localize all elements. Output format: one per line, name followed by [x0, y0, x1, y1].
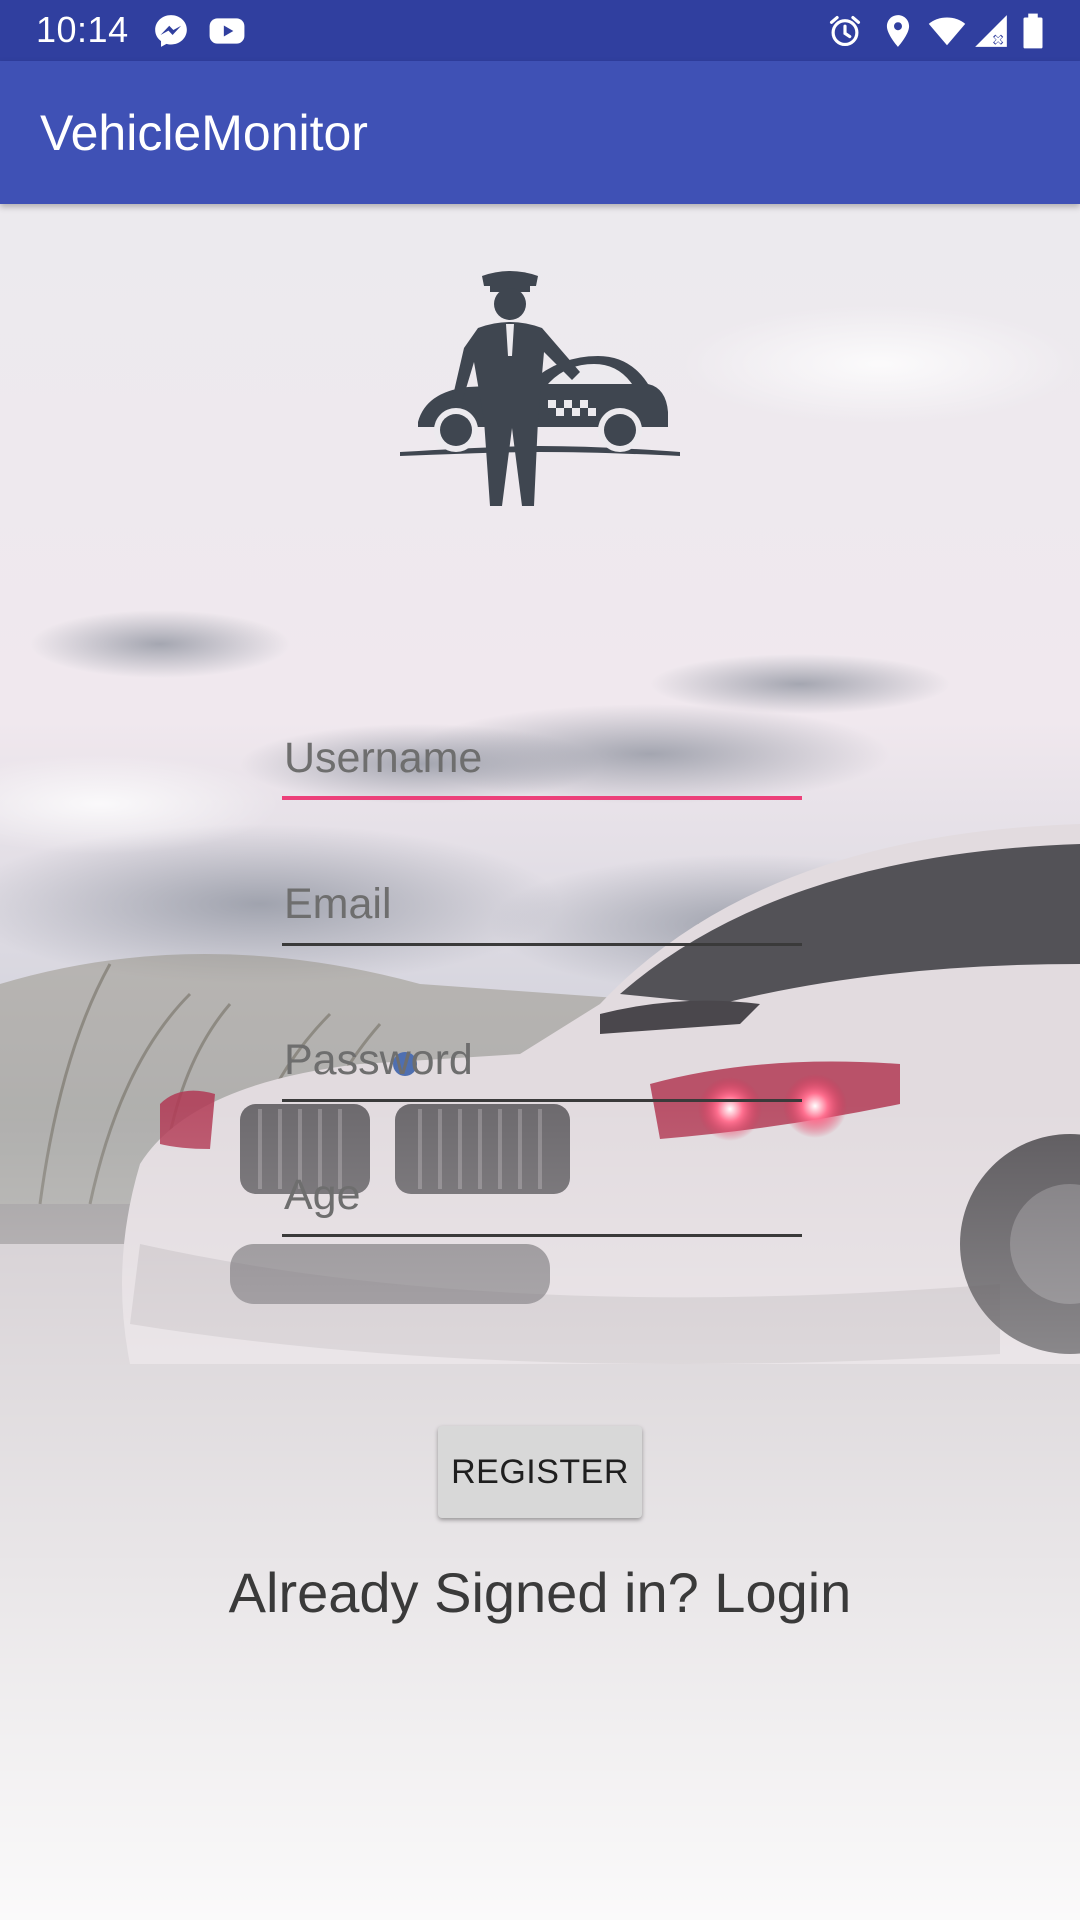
password-input[interactable] [282, 1022, 802, 1098]
password-field[interactable] [282, 1022, 802, 1102]
register-button[interactable]: REGISTER [438, 1426, 642, 1518]
status-bar: 10:14 [0, 0, 1080, 61]
age-field[interactable] [282, 1157, 802, 1237]
password-underline [282, 1099, 802, 1102]
app-bar: VehicleMonitor [0, 61, 1080, 204]
status-time: 10:14 [36, 9, 129, 50]
email-input[interactable] [282, 866, 802, 942]
alarm-icon [826, 12, 864, 50]
username-input[interactable] [282, 720, 802, 796]
location-icon [879, 12, 917, 50]
email-underline [282, 943, 802, 946]
battery-icon [1018, 12, 1048, 50]
login-link[interactable]: Already Signed in? Login [0, 1560, 1080, 1626]
app-title: VehicleMonitor [40, 105, 368, 161]
youtube-icon [206, 12, 248, 50]
email-field[interactable] [282, 866, 802, 946]
messenger-icon [152, 12, 190, 50]
wifi-icon [926, 12, 968, 50]
username-field[interactable] [282, 720, 802, 800]
username-underline [282, 796, 802, 800]
chauffeur-taxi-icon [398, 252, 682, 536]
age-underline [282, 1234, 802, 1237]
cell-signal-icon [972, 12, 1010, 50]
age-input[interactable] [282, 1157, 802, 1233]
